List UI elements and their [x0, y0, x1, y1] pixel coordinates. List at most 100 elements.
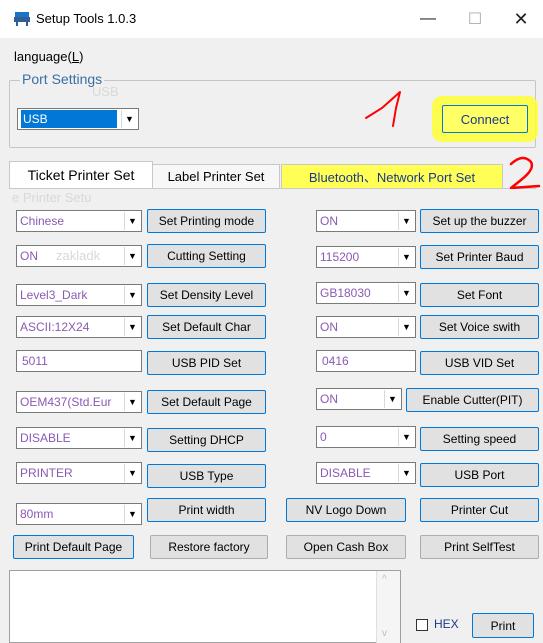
menu-language-suffix: ): [79, 49, 84, 64]
density-level-select[interactable]: Level3_Dark ▼: [16, 284, 142, 306]
buzzer-select[interactable]: ON ▼: [316, 210, 416, 232]
set-buzzer-button[interactable]: Set up the buzzer: [420, 209, 539, 233]
hex-label: HEX: [434, 617, 459, 631]
usb-vid-set-button[interactable]: USB VID Set: [420, 351, 539, 375]
set-printer-baud-button[interactable]: Set Printer Baud: [420, 245, 539, 269]
default-page-value: OEM437(Std.Eur: [20, 395, 112, 409]
font-value: GB18030: [320, 286, 371, 300]
setting-dhcp-button[interactable]: Setting DHCP: [147, 428, 266, 452]
usb-vid-input[interactable]: 0416: [316, 350, 416, 372]
default-page-select[interactable]: OEM437(Std.Eur ▼: [16, 391, 142, 413]
usb-pid-set-button[interactable]: USB PID Set: [147, 351, 266, 375]
usb-port-button[interactable]: USB Port: [420, 463, 539, 487]
chevron-down-icon[interactable]: ▼: [398, 428, 414, 446]
chevron-down-icon[interactable]: ▼: [398, 284, 414, 302]
usb-pid-input[interactable]: 5011: [16, 350, 142, 372]
usb-port-select[interactable]: DISABLE ▼: [316, 462, 416, 484]
tab-label-printer-set[interactable]: Label Printer Set: [152, 164, 280, 188]
scroll-down-icon[interactable]: v: [382, 628, 387, 639]
default-char-select[interactable]: ASCII:12X24 ▼: [16, 316, 142, 338]
nv-logo-down-button[interactable]: NV Logo Down: [286, 498, 406, 522]
enable-cutter-button[interactable]: Enable Cutter(PIT): [406, 388, 539, 412]
usb-type-select[interactable]: PRINTER ▼: [16, 462, 142, 484]
set-printing-mode-button[interactable]: Set Printing mode: [147, 209, 266, 233]
print-selftest-button[interactable]: Print SelfTest: [420, 535, 539, 559]
baud-select[interactable]: 115200 ▼: [316, 246, 416, 268]
connect-button[interactable]: Connect: [442, 105, 528, 133]
set-voice-button[interactable]: Set Voice swith: [420, 315, 539, 339]
baud-value: 115200: [320, 250, 360, 264]
printing-mode-select[interactable]: Chinese ▼: [16, 210, 142, 232]
chevron-down-icon[interactable]: ▼: [124, 212, 140, 230]
chevron-down-icon[interactable]: ▼: [398, 248, 414, 266]
open-cash-box-button[interactable]: Open Cash Box: [286, 535, 406, 559]
chevron-down-icon[interactable]: ▼: [124, 318, 140, 336]
annotation-2-text: 2: [505, 155, 512, 158]
cutter-pit-select[interactable]: ON ▼: [316, 388, 402, 410]
chevron-down-icon[interactable]: ▼: [124, 464, 140, 482]
set-density-level-button[interactable]: Set Density Level: [147, 283, 266, 307]
set-default-page-button[interactable]: Set Default Page: [147, 390, 266, 414]
annotation-1-text: 1: [360, 86, 367, 89]
dhcp-select[interactable]: DISABLE ▼: [16, 427, 142, 449]
chevron-down-icon[interactable]: ▼: [121, 110, 137, 128]
annotation-1-stroke: [365, 91, 401, 127]
port-select-value: USB: [21, 110, 117, 128]
annotation-1: 1: [360, 86, 401, 127]
window-title: Setup Tools 1.0.3: [36, 11, 137, 26]
chevron-down-icon[interactable]: ▼: [124, 286, 140, 304]
set-font-button[interactable]: Set Font: [420, 283, 539, 307]
print-button[interactable]: Print: [472, 613, 534, 638]
voice-value: ON: [320, 320, 338, 334]
hex-checkbox[interactable]: [416, 619, 428, 631]
printer-cut-button[interactable]: Printer Cut: [420, 498, 539, 522]
restore-factory-button[interactable]: Restore factory: [150, 535, 268, 559]
cutter-pit-value: ON: [320, 392, 338, 406]
buzzer-value: ON: [320, 214, 338, 228]
log-scrollbar[interactable]: [376, 571, 400, 643]
set-default-char-button[interactable]: Set Default Char: [147, 315, 266, 339]
maximize-button[interactable]: ☐: [452, 0, 498, 38]
voice-select[interactable]: ON ▼: [316, 316, 416, 338]
log-textarea[interactable]: [9, 570, 401, 643]
chevron-down-icon[interactable]: ▼: [384, 390, 400, 408]
tab-bluetooth-network-port-set[interactable]: Bluetooth、Network Port Set: [281, 164, 503, 188]
print-width-button[interactable]: Print width: [147, 498, 266, 522]
speed-select[interactable]: 0 ▼: [316, 426, 416, 448]
ghost-text-tab: e Printer Setu: [12, 190, 92, 205]
tab-ticket-printer-set[interactable]: Ticket Printer Set: [9, 161, 153, 188]
speed-value: 0: [320, 430, 327, 444]
density-level-value: Level3_Dark: [20, 288, 88, 302]
app-icon: [14, 12, 30, 26]
print-default-page-button[interactable]: Print Default Page: [13, 535, 134, 559]
usb-port-value: DISABLE: [320, 466, 371, 480]
chevron-down-icon[interactable]: ▼: [398, 212, 414, 230]
menu-language-prefix: language(: [14, 49, 72, 64]
default-char-value: ASCII:12X24: [20, 320, 90, 334]
minimize-button[interactable]: —: [405, 0, 451, 38]
setting-speed-button[interactable]: Setting speed: [420, 427, 539, 451]
font-select[interactable]: GB18030 ▼: [316, 282, 416, 304]
chevron-down-icon[interactable]: ▼: [398, 318, 414, 336]
printing-mode-value: Chinese: [20, 214, 65, 228]
menu-language-key: L: [71, 49, 80, 64]
ghost-text-group: USB: [92, 84, 119, 99]
close-button[interactable]: ✕: [498, 0, 543, 38]
print-width-value: 80mm: [20, 507, 54, 521]
annotation-2-stroke: [509, 156, 541, 190]
cutting-setting-button[interactable]: Cutting Setting: [147, 244, 266, 268]
chevron-down-icon[interactable]: ▼: [124, 429, 140, 447]
print-width-select[interactable]: 80mm ▼: [16, 503, 142, 525]
usb-type-value: PRINTER: [20, 466, 73, 480]
menu-language[interactable]: language(L): [14, 49, 83, 64]
annotation-2: 2: [505, 155, 541, 190]
chevron-down-icon[interactable]: ▼: [124, 505, 140, 523]
chevron-down-icon[interactable]: ▼: [124, 393, 140, 411]
port-select[interactable]: USB ▼: [17, 108, 139, 130]
chevron-down-icon[interactable]: ▼: [124, 247, 140, 265]
dhcp-value: DISABLE: [20, 431, 71, 445]
ghost-text-row: zakladk: [56, 248, 101, 263]
usb-type-button[interactable]: USB Type: [147, 464, 266, 488]
scroll-up-icon[interactable]: ^: [382, 574, 387, 585]
chevron-down-icon[interactable]: ▼: [398, 464, 414, 482]
